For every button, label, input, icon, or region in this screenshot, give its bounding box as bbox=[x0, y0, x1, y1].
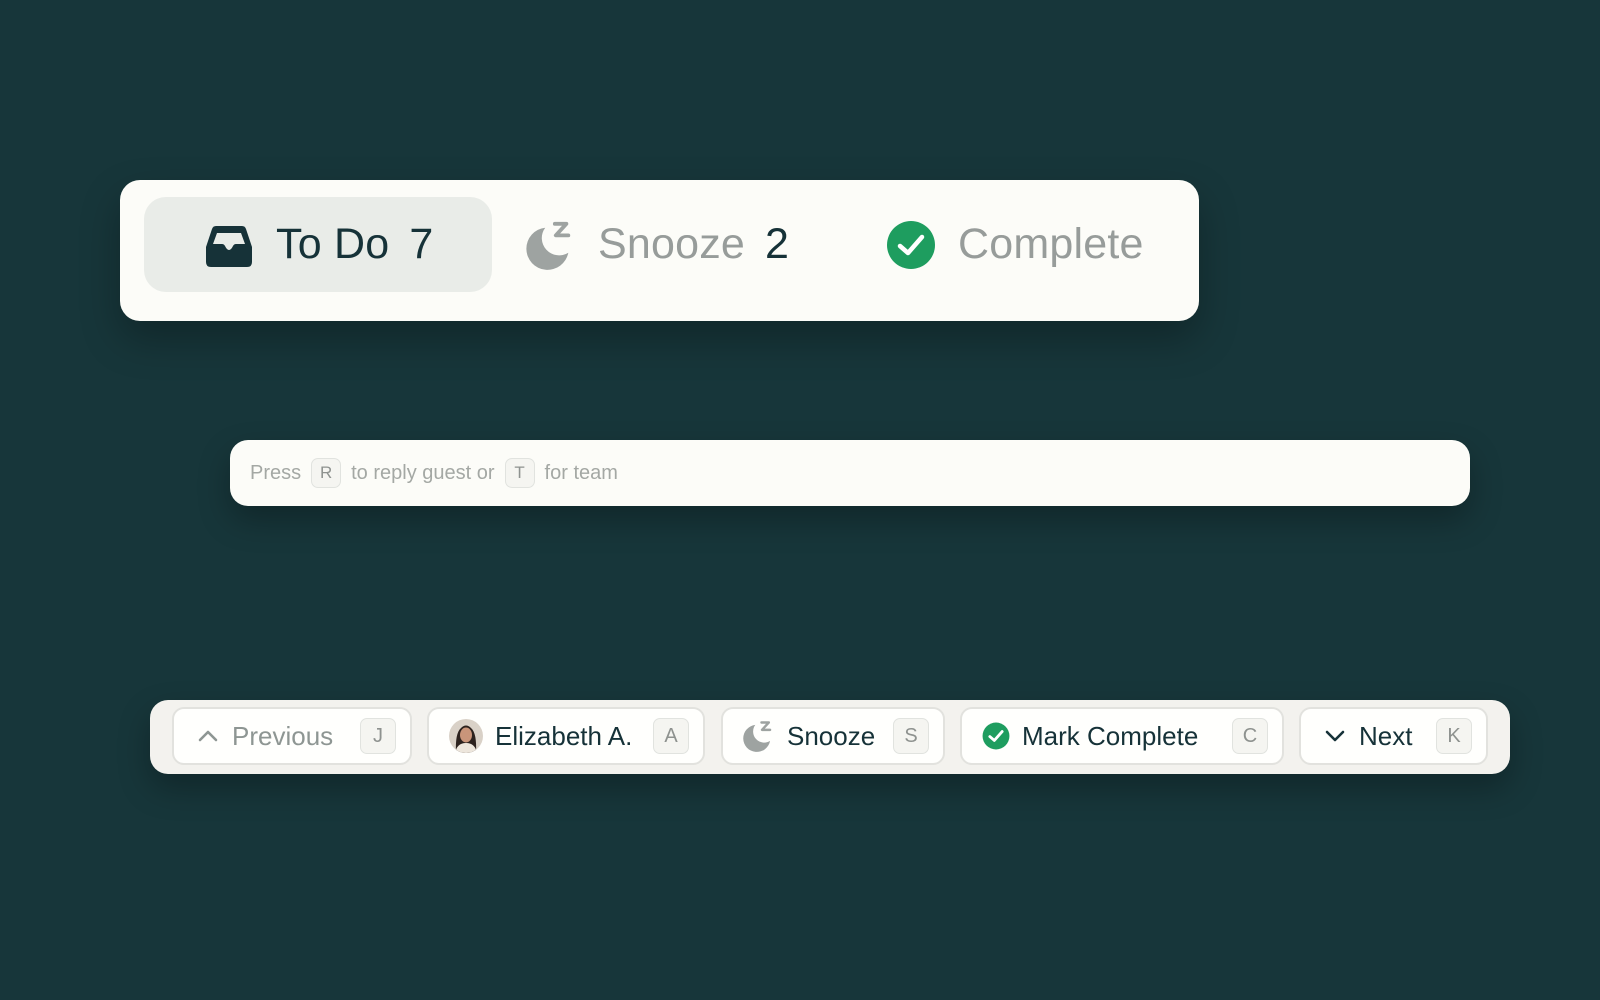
tab-todo-count: 7 bbox=[409, 220, 434, 268]
tab-todo-label: To Do bbox=[276, 220, 390, 268]
reply-guest-key: R bbox=[311, 458, 342, 488]
tab-todo[interactable]: To Do 7 bbox=[144, 197, 492, 292]
assignee-shortcut: A bbox=[653, 718, 689, 754]
reply-composer[interactable]: Press R to reply guest or T for team bbox=[230, 440, 1470, 506]
check-circle-icon bbox=[886, 220, 936, 270]
check-circle-icon bbox=[982, 722, 1010, 750]
next-button[interactable]: Next K bbox=[1299, 707, 1488, 765]
page-background: To Do 7 Snooze 2 Complete Press R to rep… bbox=[0, 0, 1600, 1000]
assignee-label: Elizabeth A. bbox=[495, 720, 633, 751]
status-tabs-panel: To Do 7 Snooze 2 Complete bbox=[120, 180, 1199, 321]
tab-complete[interactable]: Complete bbox=[886, 197, 1186, 292]
previous-shortcut: J bbox=[360, 718, 396, 754]
reply-hint-end: for team bbox=[544, 461, 618, 484]
conversation-action-bar: Previous J Elizabeth A. A Snooze S Mark … bbox=[150, 700, 1510, 774]
reply-team-key: T bbox=[504, 458, 535, 488]
assignee-button[interactable]: Elizabeth A. A bbox=[427, 707, 705, 765]
snooze-label: Snooze bbox=[787, 720, 876, 751]
mark-complete-shortcut: C bbox=[1232, 718, 1268, 754]
snooze-moon-icon bbox=[743, 720, 775, 752]
mark-complete-button[interactable]: Mark Complete C bbox=[960, 707, 1284, 765]
avatar bbox=[449, 719, 483, 753]
snooze-shortcut: S bbox=[893, 718, 929, 754]
mark-complete-label: Mark Complete bbox=[1022, 720, 1199, 751]
chevron-up-icon bbox=[196, 724, 220, 748]
tab-snooze-count: 2 bbox=[765, 220, 789, 268]
reply-hint-press: Press bbox=[250, 461, 302, 484]
inbox-icon bbox=[204, 220, 254, 270]
next-shortcut: K bbox=[1436, 718, 1472, 754]
tab-snooze-label: Snooze bbox=[598, 220, 746, 268]
previous-label: Previous bbox=[232, 720, 334, 751]
reply-hint-middle: to reply guest or bbox=[351, 461, 495, 484]
previous-button[interactable]: Previous J bbox=[172, 707, 412, 765]
tab-complete-label: Complete bbox=[958, 220, 1144, 268]
next-label: Next bbox=[1359, 720, 1413, 751]
snooze-moon-icon bbox=[526, 220, 576, 270]
tab-snooze[interactable]: Snooze 2 bbox=[526, 197, 826, 292]
chevron-down-icon bbox=[1323, 724, 1347, 748]
snooze-button[interactable]: Snooze S bbox=[721, 707, 945, 765]
